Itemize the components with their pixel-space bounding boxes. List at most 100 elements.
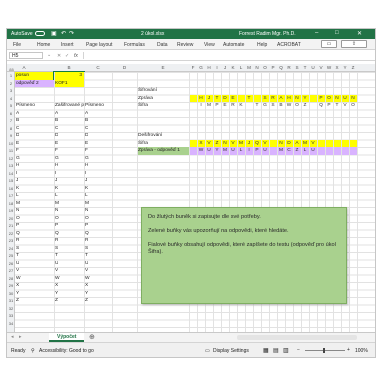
cipher-cell[interactable]: Z — [301, 102, 309, 110]
normal-view-icon[interactable]: ▦ — [263, 347, 269, 354]
cipher-cell[interactable]: S — [269, 102, 277, 110]
cipher-cell[interactable]: L — [237, 147, 245, 155]
row-header[interactable]: 11 — [7, 147, 15, 155]
cipher-cell[interactable]: U — [309, 147, 317, 155]
row-header[interactable]: 1 — [7, 72, 15, 80]
row-header[interactable]: 13 — [7, 162, 15, 170]
row-header[interactable]: 28 — [7, 275, 15, 283]
row-header[interactable]: 26 — [7, 260, 15, 268]
cell-b1[interactable]: 3 — [54, 72, 83, 80]
col-header[interactable]: C — [84, 64, 112, 72]
header-zasifrovane[interactable]: Zašifrované písmeno — [54, 102, 84, 110]
file-name[interactable]: 2 úkol.xlsx — [141, 31, 164, 37]
check-icon[interactable]: ✓ — [65, 53, 69, 59]
tab-page-layout[interactable]: Page layout — [86, 42, 112, 48]
row-header[interactable]: 21 — [7, 222, 15, 230]
cipher-cell[interactable]: T — [333, 102, 341, 110]
col-header[interactable]: U — [309, 64, 317, 72]
row-header[interactable]: 25 — [7, 252, 15, 260]
tab-insert[interactable]: Insert — [61, 42, 74, 48]
page-break-icon[interactable]: ▥ — [283, 347, 289, 354]
cipher-cell[interactable]: Q — [317, 102, 325, 110]
accessibility-status[interactable]: Accessibility: Good to go — [39, 348, 94, 354]
cipher-cell[interactable]: N — [221, 140, 229, 148]
alphabet-cell[interactable]: Z — [15, 297, 19, 305]
cipher-cell[interactable] — [269, 147, 277, 155]
alphabet-cell[interactable]: W — [15, 275, 21, 283]
cipher-cell[interactable]: C — [285, 147, 293, 155]
cell-b2[interactable]: KOF1 — [54, 80, 84, 88]
cipher-cell[interactable]: H — [197, 95, 205, 103]
cipher-cell[interactable]: M — [221, 147, 229, 155]
col-header[interactable]: F — [189, 64, 197, 72]
label-desifrovani[interactable]: Dešifrování — [137, 132, 162, 140]
cipher-cell[interactable]: T — [213, 95, 221, 103]
row-header[interactable]: 23 — [7, 237, 15, 245]
label-sifra[interactable]: Šifra — [137, 102, 148, 110]
col-header[interactable]: D — [112, 64, 137, 72]
col-header[interactable]: I — [213, 64, 221, 72]
accessibility-icon[interactable]: ⚲ — [31, 348, 35, 354]
col-header[interactable]: T — [301, 64, 309, 72]
alphabet-cell[interactable]: T — [15, 252, 19, 260]
alphabet-cell[interactable]: J — [15, 177, 18, 185]
row-header[interactable]: 16 — [7, 185, 15, 193]
tab-formulas[interactable]: Formulas — [124, 42, 145, 48]
cipher-cell[interactable]: D — [221, 95, 229, 103]
alphabet-cell[interactable]: S — [15, 245, 19, 253]
row-header[interactable]: 19 — [7, 207, 15, 215]
col-header[interactable]: B — [54, 64, 84, 72]
header-pismeno-2[interactable]: Písmeno — [84, 102, 112, 110]
cipher-cell[interactable]: M — [205, 102, 213, 110]
row-header[interactable]: 18 — [7, 200, 15, 208]
cipher-cell[interactable]: P — [213, 102, 221, 110]
tab-home[interactable]: Home — [37, 42, 50, 48]
row-header[interactable]: 10 — [7, 140, 15, 148]
label-zprava-odpoved[interactable]: Zpráva - odpověď 1 — [137, 147, 189, 155]
alphabet-cell[interactable]: U — [15, 260, 19, 268]
row-header[interactable]: 34 — [7, 320, 15, 328]
alphabet-cell[interactable]: B — [15, 117, 19, 125]
cipher-cell[interactable]: E — [221, 102, 229, 110]
alphabet-cell[interactable]: X — [15, 282, 19, 290]
cipher-cell[interactable]: V — [309, 140, 317, 148]
row-header[interactable]: 3 — [7, 87, 15, 95]
zoom-out-icon[interactable]: − — [297, 347, 300, 353]
alphabet-cell[interactable]: D — [15, 132, 19, 140]
cipher-cell[interactable]: A — [293, 140, 301, 148]
label-sifra-2[interactable]: Šifra — [137, 140, 148, 148]
cipher-cell[interactable]: W — [197, 147, 205, 155]
row-header[interactable]: 7 — [7, 117, 15, 125]
cipher-cell[interactable]: U — [341, 95, 349, 103]
formula-input[interactable] — [83, 52, 371, 59]
col-header[interactable]: Q — [277, 64, 285, 72]
row-header[interactable]: 8 — [7, 125, 15, 133]
col-header[interactable]: V — [317, 64, 325, 72]
cipher-cell[interactable]: I — [197, 102, 205, 110]
row-header[interactable]: 17 — [7, 192, 15, 200]
zoom-slider-handle[interactable] — [323, 348, 325, 353]
add-sheet-icon[interactable]: ⊕ — [89, 333, 95, 342]
scroll-left-icon[interactable]: ◂ — [11, 334, 14, 340]
alphabet-cell[interactable]: V — [15, 267, 19, 275]
cipher-cell[interactable]: J — [245, 140, 253, 148]
col-header[interactable]: Z — [349, 64, 357, 72]
col-header[interactable]: H — [205, 64, 213, 72]
zoom-in-icon[interactable]: + — [347, 347, 350, 353]
row-header[interactable]: 5 — [7, 102, 15, 110]
col-header[interactable]: Y — [341, 64, 349, 72]
cipher-cell[interactable]: U — [205, 147, 213, 155]
alphabet-cell[interactable]: C — [15, 125, 19, 133]
row-header[interactable]: 20 — [7, 215, 15, 223]
cipher-cell[interactable]: P — [253, 147, 261, 155]
label-zprava[interactable]: Zpráva — [137, 95, 153, 103]
label-sifrovani[interactable]: Šifrování — [137, 87, 157, 95]
cipher-cell[interactable]: Z — [293, 147, 301, 155]
tab-automate[interactable]: Automate — [223, 42, 244, 48]
row-header[interactable]: 33 — [7, 312, 15, 320]
col-header[interactable]: S — [293, 64, 301, 72]
row-header[interactable]: 2 — [7, 80, 15, 88]
cipher-cell[interactable]: S — [261, 95, 269, 103]
cipher-cell[interactable] — [237, 95, 245, 103]
row-header[interactable]: 29 — [7, 282, 15, 290]
